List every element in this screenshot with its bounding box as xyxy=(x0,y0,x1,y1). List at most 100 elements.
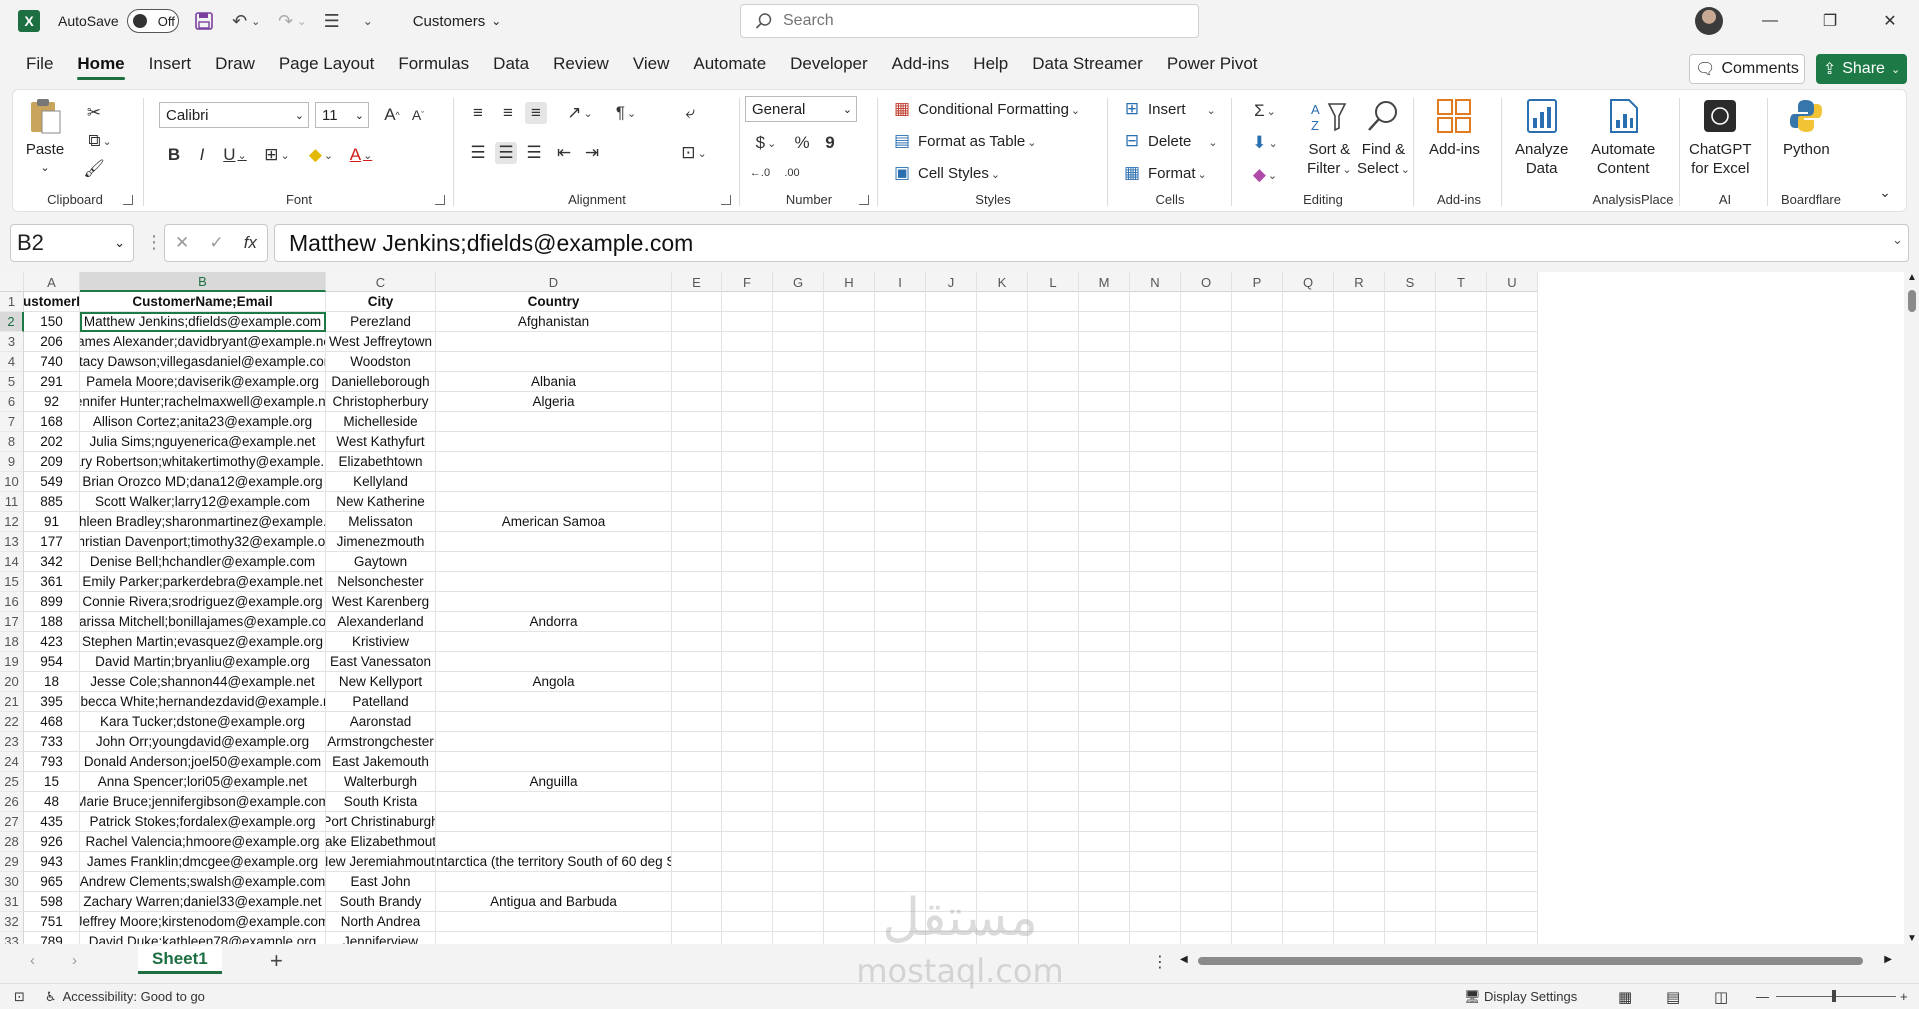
cell-E22[interactable] xyxy=(672,712,722,732)
cell-P21[interactable] xyxy=(1232,692,1283,712)
cell-M3[interactable] xyxy=(1079,332,1130,352)
cell-C16[interactable]: West Karenberg xyxy=(326,592,436,612)
next-sheet-icon[interactable]: › xyxy=(72,952,77,969)
cell-J7[interactable] xyxy=(926,412,977,432)
cell-M22[interactable] xyxy=(1079,712,1130,732)
cell-R8[interactable] xyxy=(1334,432,1385,452)
cell-K14[interactable] xyxy=(977,552,1028,572)
cell-I7[interactable] xyxy=(875,412,926,432)
cell-A26[interactable]: 48 xyxy=(24,792,80,812)
cell-Q11[interactable] xyxy=(1283,492,1334,512)
cell-L19[interactable] xyxy=(1028,652,1079,672)
enter-icon[interactable]: ✓ xyxy=(209,233,223,253)
cell-H27[interactable] xyxy=(824,812,875,832)
cell-P7[interactable] xyxy=(1232,412,1283,432)
cell-E2[interactable] xyxy=(672,312,722,332)
cell-U11[interactable] xyxy=(1487,492,1538,512)
cell-O9[interactable] xyxy=(1181,452,1232,472)
cell-J20[interactable] xyxy=(926,672,977,692)
cell-U30[interactable] xyxy=(1487,872,1538,892)
cell-U8[interactable] xyxy=(1487,432,1538,452)
font-launcher-icon[interactable] xyxy=(435,195,445,205)
scroll-left-icon[interactable]: ◀ xyxy=(1180,954,1188,965)
cell-B12[interactable]: Kathleen Bradley;sharonmartinez@example.… xyxy=(80,512,326,532)
cell-C31[interactable]: South Brandy xyxy=(326,892,436,912)
cell-C18[interactable]: Kristiview xyxy=(326,632,436,652)
cell-C32[interactable]: North Andrea xyxy=(326,912,436,932)
cell-O31[interactable] xyxy=(1181,892,1232,912)
cell-I5[interactable] xyxy=(875,372,926,392)
cell-R25[interactable] xyxy=(1334,772,1385,792)
row-header[interactable]: 31 xyxy=(0,892,24,912)
cell-R33[interactable] xyxy=(1334,932,1385,944)
font-color-icon[interactable]: A xyxy=(345,144,377,166)
row-header[interactable]: 27 xyxy=(0,812,24,832)
cell-Q31[interactable] xyxy=(1283,892,1334,912)
cell-L17[interactable] xyxy=(1028,612,1079,632)
cell-U17[interactable] xyxy=(1487,612,1538,632)
cell-L5[interactable] xyxy=(1028,372,1079,392)
undo-dropdown-icon[interactable]: ⌄ xyxy=(251,10,261,32)
cell-K10[interactable] xyxy=(977,472,1028,492)
cell-A2[interactable]: 150 xyxy=(24,312,80,332)
cell-K23[interactable] xyxy=(977,732,1028,752)
align-top-icon[interactable]: ≡ xyxy=(467,102,489,124)
cell-N22[interactable] xyxy=(1130,712,1181,732)
align-left-icon[interactable]: ☰ xyxy=(467,142,489,164)
cell-O5[interactable] xyxy=(1181,372,1232,392)
cell-E28[interactable] xyxy=(672,832,722,852)
cell-C23[interactable]: Armstrongchester xyxy=(326,732,436,752)
cell-F4[interactable] xyxy=(722,352,773,372)
cell-L3[interactable] xyxy=(1028,332,1079,352)
cell-T18[interactable] xyxy=(1436,632,1487,652)
cell-J6[interactable] xyxy=(926,392,977,412)
cell-Q28[interactable] xyxy=(1283,832,1334,852)
cell-Q14[interactable] xyxy=(1283,552,1334,572)
normal-view-icon[interactable]: ▦ xyxy=(1618,988,1632,1006)
tab-add-ins[interactable]: Add-ins xyxy=(880,46,962,82)
cell-K12[interactable] xyxy=(977,512,1028,532)
cell-G15[interactable] xyxy=(773,572,824,592)
cell-J15[interactable] xyxy=(926,572,977,592)
row-header[interactable]: 23 xyxy=(0,732,24,752)
alignment-launcher-icon[interactable] xyxy=(721,195,731,205)
cell-G9[interactable] xyxy=(773,452,824,472)
cell-D19[interactable] xyxy=(436,652,672,672)
select-all-corner[interactable] xyxy=(0,272,24,292)
cell-N21[interactable] xyxy=(1130,692,1181,712)
fill-icon[interactable]: ⬇ xyxy=(1247,132,1283,154)
cell-F32[interactable] xyxy=(722,912,773,932)
cell-E19[interactable] xyxy=(672,652,722,672)
align-bottom-icon[interactable]: ≡ xyxy=(525,102,547,124)
cell-T26[interactable] xyxy=(1436,792,1487,812)
cell-E25[interactable] xyxy=(672,772,722,792)
cell-O19[interactable] xyxy=(1181,652,1232,672)
decrease-font-icon[interactable]: Aˇ xyxy=(407,104,429,126)
cell-I11[interactable] xyxy=(875,492,926,512)
cell-R13[interactable] xyxy=(1334,532,1385,552)
row-header[interactable]: 15 xyxy=(0,572,24,592)
cell-L22[interactable] xyxy=(1028,712,1079,732)
cell-B5[interactable]: Pamela Moore;daviserik@example.org xyxy=(80,372,326,392)
column-header[interactable]: P xyxy=(1232,272,1283,292)
zoom-slider-handle[interactable] xyxy=(1832,990,1836,1002)
cell-E6[interactable] xyxy=(672,392,722,412)
cell-L9[interactable] xyxy=(1028,452,1079,472)
cell-A13[interactable]: 177 xyxy=(24,532,80,552)
python-button[interactable]: Python xyxy=(1783,96,1830,159)
cell-K20[interactable] xyxy=(977,672,1028,692)
cell-K15[interactable] xyxy=(977,572,1028,592)
cell-T19[interactable] xyxy=(1436,652,1487,672)
cell-J11[interactable] xyxy=(926,492,977,512)
delete-cells-button[interactable]: ⊟ Delete xyxy=(1121,130,1218,152)
cell-B7[interactable]: Allison Cortez;anita23@example.org xyxy=(80,412,326,432)
cell-R20[interactable] xyxy=(1334,672,1385,692)
customize-toolbar-icon[interactable]: ⌄ xyxy=(357,10,379,32)
cell-E31[interactable] xyxy=(672,892,722,912)
cell-G16[interactable] xyxy=(773,592,824,612)
excel-logo-icon[interactable]: X xyxy=(18,10,40,32)
cell-Q30[interactable] xyxy=(1283,872,1334,892)
cell-J27[interactable] xyxy=(926,812,977,832)
cell-M13[interactable] xyxy=(1079,532,1130,552)
cell-D23[interactable] xyxy=(436,732,672,752)
